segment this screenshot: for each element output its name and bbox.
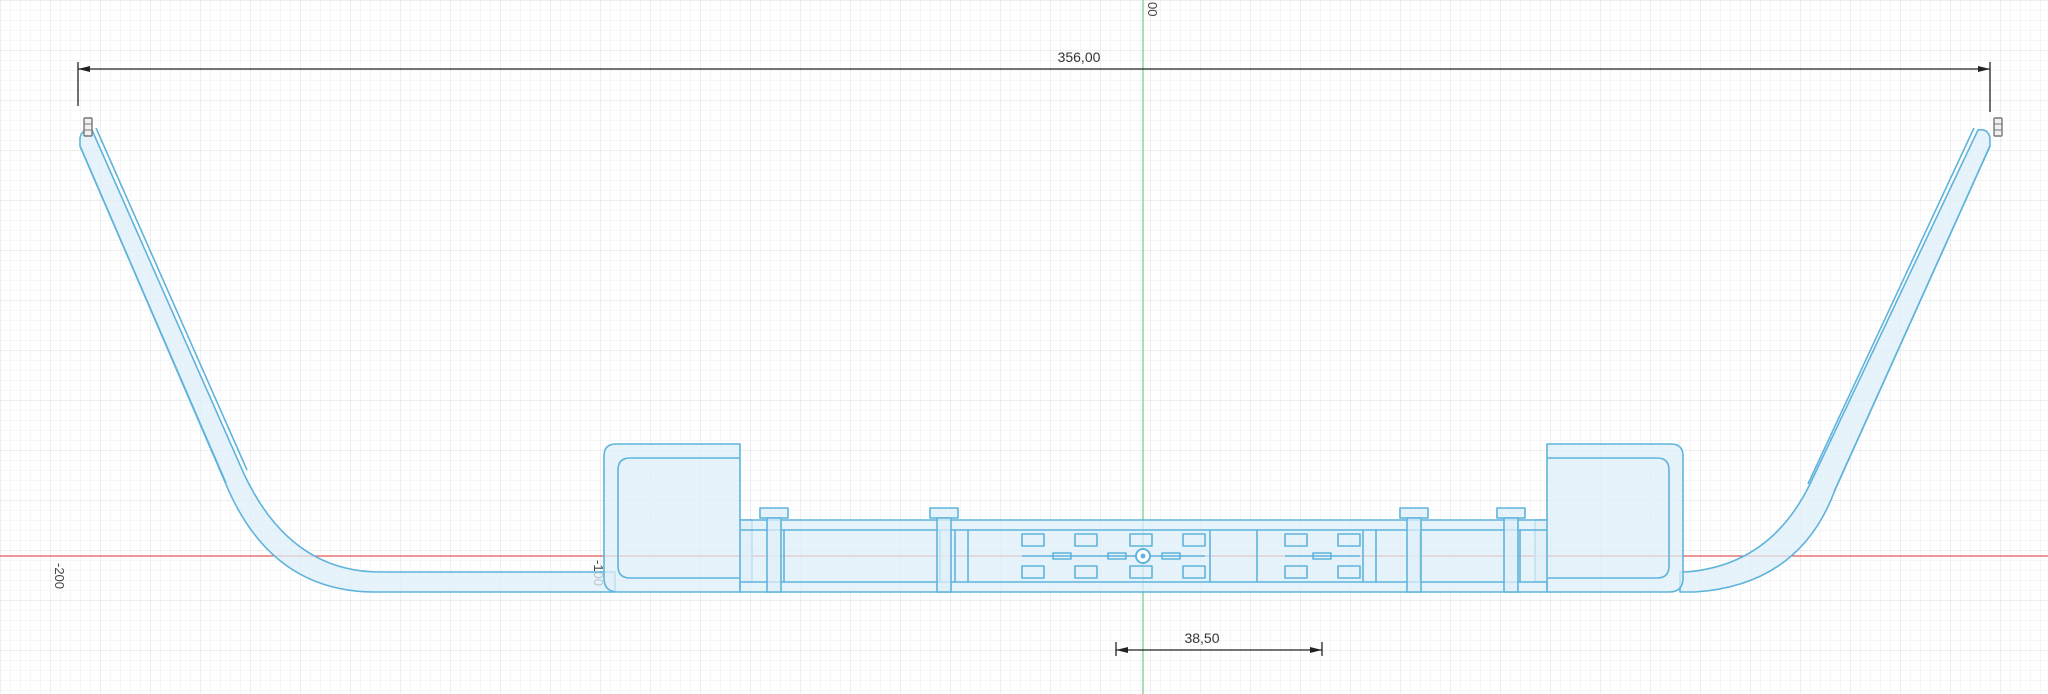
axis-label-top: 00 — [1145, 2, 1160, 16]
right-end-tab[interactable] — [1993, 117, 2003, 137]
sketch-canvas[interactable]: 00 -200 -100 — [0, 0, 2048, 694]
axis-label-left: -200 — [52, 563, 67, 589]
left-end-tab[interactable] — [83, 117, 93, 137]
dimension-overall-width-label[interactable]: 356,00 — [1058, 49, 1101, 65]
dimension-spacing-label[interactable]: 38,50 — [1184, 630, 1219, 646]
